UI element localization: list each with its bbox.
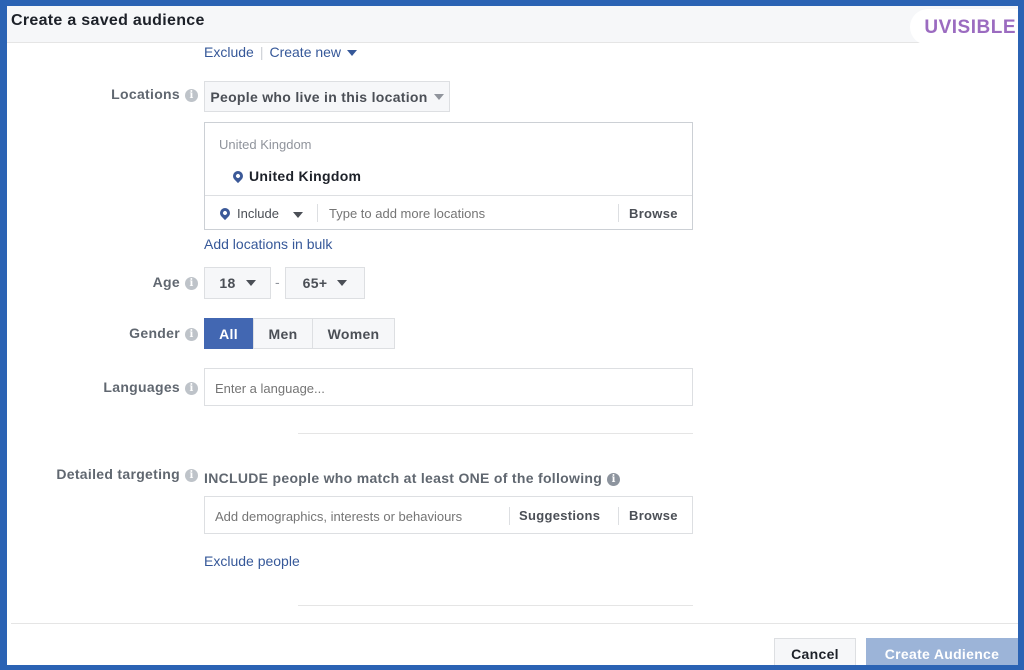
- create-audience-dialog: Create a saved audience UVISIBLE Exclude…: [7, 6, 1018, 665]
- suggestions-button[interactable]: Suggestions: [519, 508, 600, 523]
- divider: [509, 507, 510, 525]
- location-input-row: Include Browse: [205, 195, 692, 230]
- location-type-dropdown[interactable]: People who live in this location: [204, 81, 450, 112]
- age-label-text: Age: [152, 274, 180, 290]
- footer-divider: [11, 623, 1018, 624]
- age-max-value: 65+: [302, 275, 328, 291]
- location-browse-button[interactable]: Browse: [629, 206, 678, 221]
- info-icon[interactable]: i: [185, 382, 198, 395]
- location-pin-icon: [230, 168, 246, 184]
- custom-audience-links: Exclude | Create new: [204, 44, 358, 60]
- add-locations-bulk-link[interactable]: Add locations in bulk: [204, 236, 332, 252]
- info-icon[interactable]: i: [185, 469, 198, 482]
- chevron-down-icon: [245, 280, 256, 286]
- detailed-targeting-label: Detailed targeting i: [56, 466, 198, 482]
- age-min-value: 18: [219, 275, 236, 291]
- include-label: Include: [237, 206, 279, 221]
- location-search-input[interactable]: [329, 203, 609, 223]
- gender-label: Gender i: [129, 325, 198, 341]
- dialog-header: Create a saved audience UVISIBLE: [7, 6, 1018, 45]
- create-audience-button[interactable]: Create Audience: [866, 638, 1018, 665]
- detailed-targeting-input[interactable]: [215, 506, 505, 526]
- location-selector: United Kingdom United Kingdom Include Br…: [204, 122, 693, 230]
- chevron-down-icon: [292, 211, 303, 218]
- chevron-down-icon: [347, 50, 358, 57]
- age-min-dropdown[interactable]: 18: [204, 267, 271, 299]
- languages-input[interactable]: [215, 378, 675, 398]
- include-criteria-text: INCLUDE people who match at least ONE of…: [204, 470, 621, 486]
- info-icon[interactable]: i: [185, 277, 198, 290]
- create-new-label: Create new: [269, 44, 342, 60]
- location-pin-icon: [217, 205, 233, 221]
- languages-label-text: Languages: [103, 379, 180, 395]
- gender-label-text: Gender: [129, 325, 180, 341]
- divider: [618, 507, 619, 525]
- divider: [317, 204, 318, 222]
- exclude-people-link[interactable]: Exclude people: [204, 553, 300, 569]
- info-icon[interactable]: i: [607, 473, 621, 486]
- chevron-down-icon: [337, 280, 348, 286]
- selected-location[interactable]: United Kingdom: [249, 168, 361, 184]
- divider: [618, 204, 619, 222]
- brand-logo: UVISIBLE: [910, 9, 1018, 45]
- info-icon[interactable]: i: [185, 328, 198, 341]
- gender-men-button[interactable]: Men: [253, 318, 313, 349]
- include-criteria-label: INCLUDE people who match at least ONE of…: [204, 470, 603, 486]
- create-new-link[interactable]: Create new: [269, 44, 358, 60]
- languages-field[interactable]: [204, 368, 693, 406]
- age-label: Age i: [153, 274, 198, 290]
- location-group-header: United Kingdom: [219, 137, 312, 152]
- gender-women-button[interactable]: Women: [312, 318, 395, 349]
- gender-all-button[interactable]: All: [204, 318, 253, 349]
- locations-label: Locations i: [111, 86, 198, 102]
- exclude-link[interactable]: Exclude: [204, 44, 254, 60]
- link-separator: |: [259, 44, 264, 60]
- section-divider: [298, 605, 693, 606]
- location-type-value: People who live in this location: [210, 88, 428, 105]
- info-icon[interactable]: i: [185, 89, 198, 102]
- cancel-button[interactable]: Cancel: [774, 638, 856, 665]
- dialog-title: Create a saved audience: [11, 12, 205, 29]
- detailed-targeting-field: Suggestions Browse: [204, 496, 693, 534]
- include-dropdown[interactable]: Include: [237, 206, 303, 221]
- age-max-dropdown[interactable]: 65+: [285, 267, 365, 299]
- detailed-browse-button[interactable]: Browse: [629, 508, 678, 523]
- age-separator: -: [275, 274, 280, 290]
- languages-label: Languages i: [103, 379, 198, 395]
- locations-label-text: Locations: [111, 86, 180, 102]
- chevron-down-icon: [433, 93, 444, 100]
- section-divider: [298, 433, 693, 434]
- detailed-targeting-label-text: Detailed targeting: [56, 466, 180, 482]
